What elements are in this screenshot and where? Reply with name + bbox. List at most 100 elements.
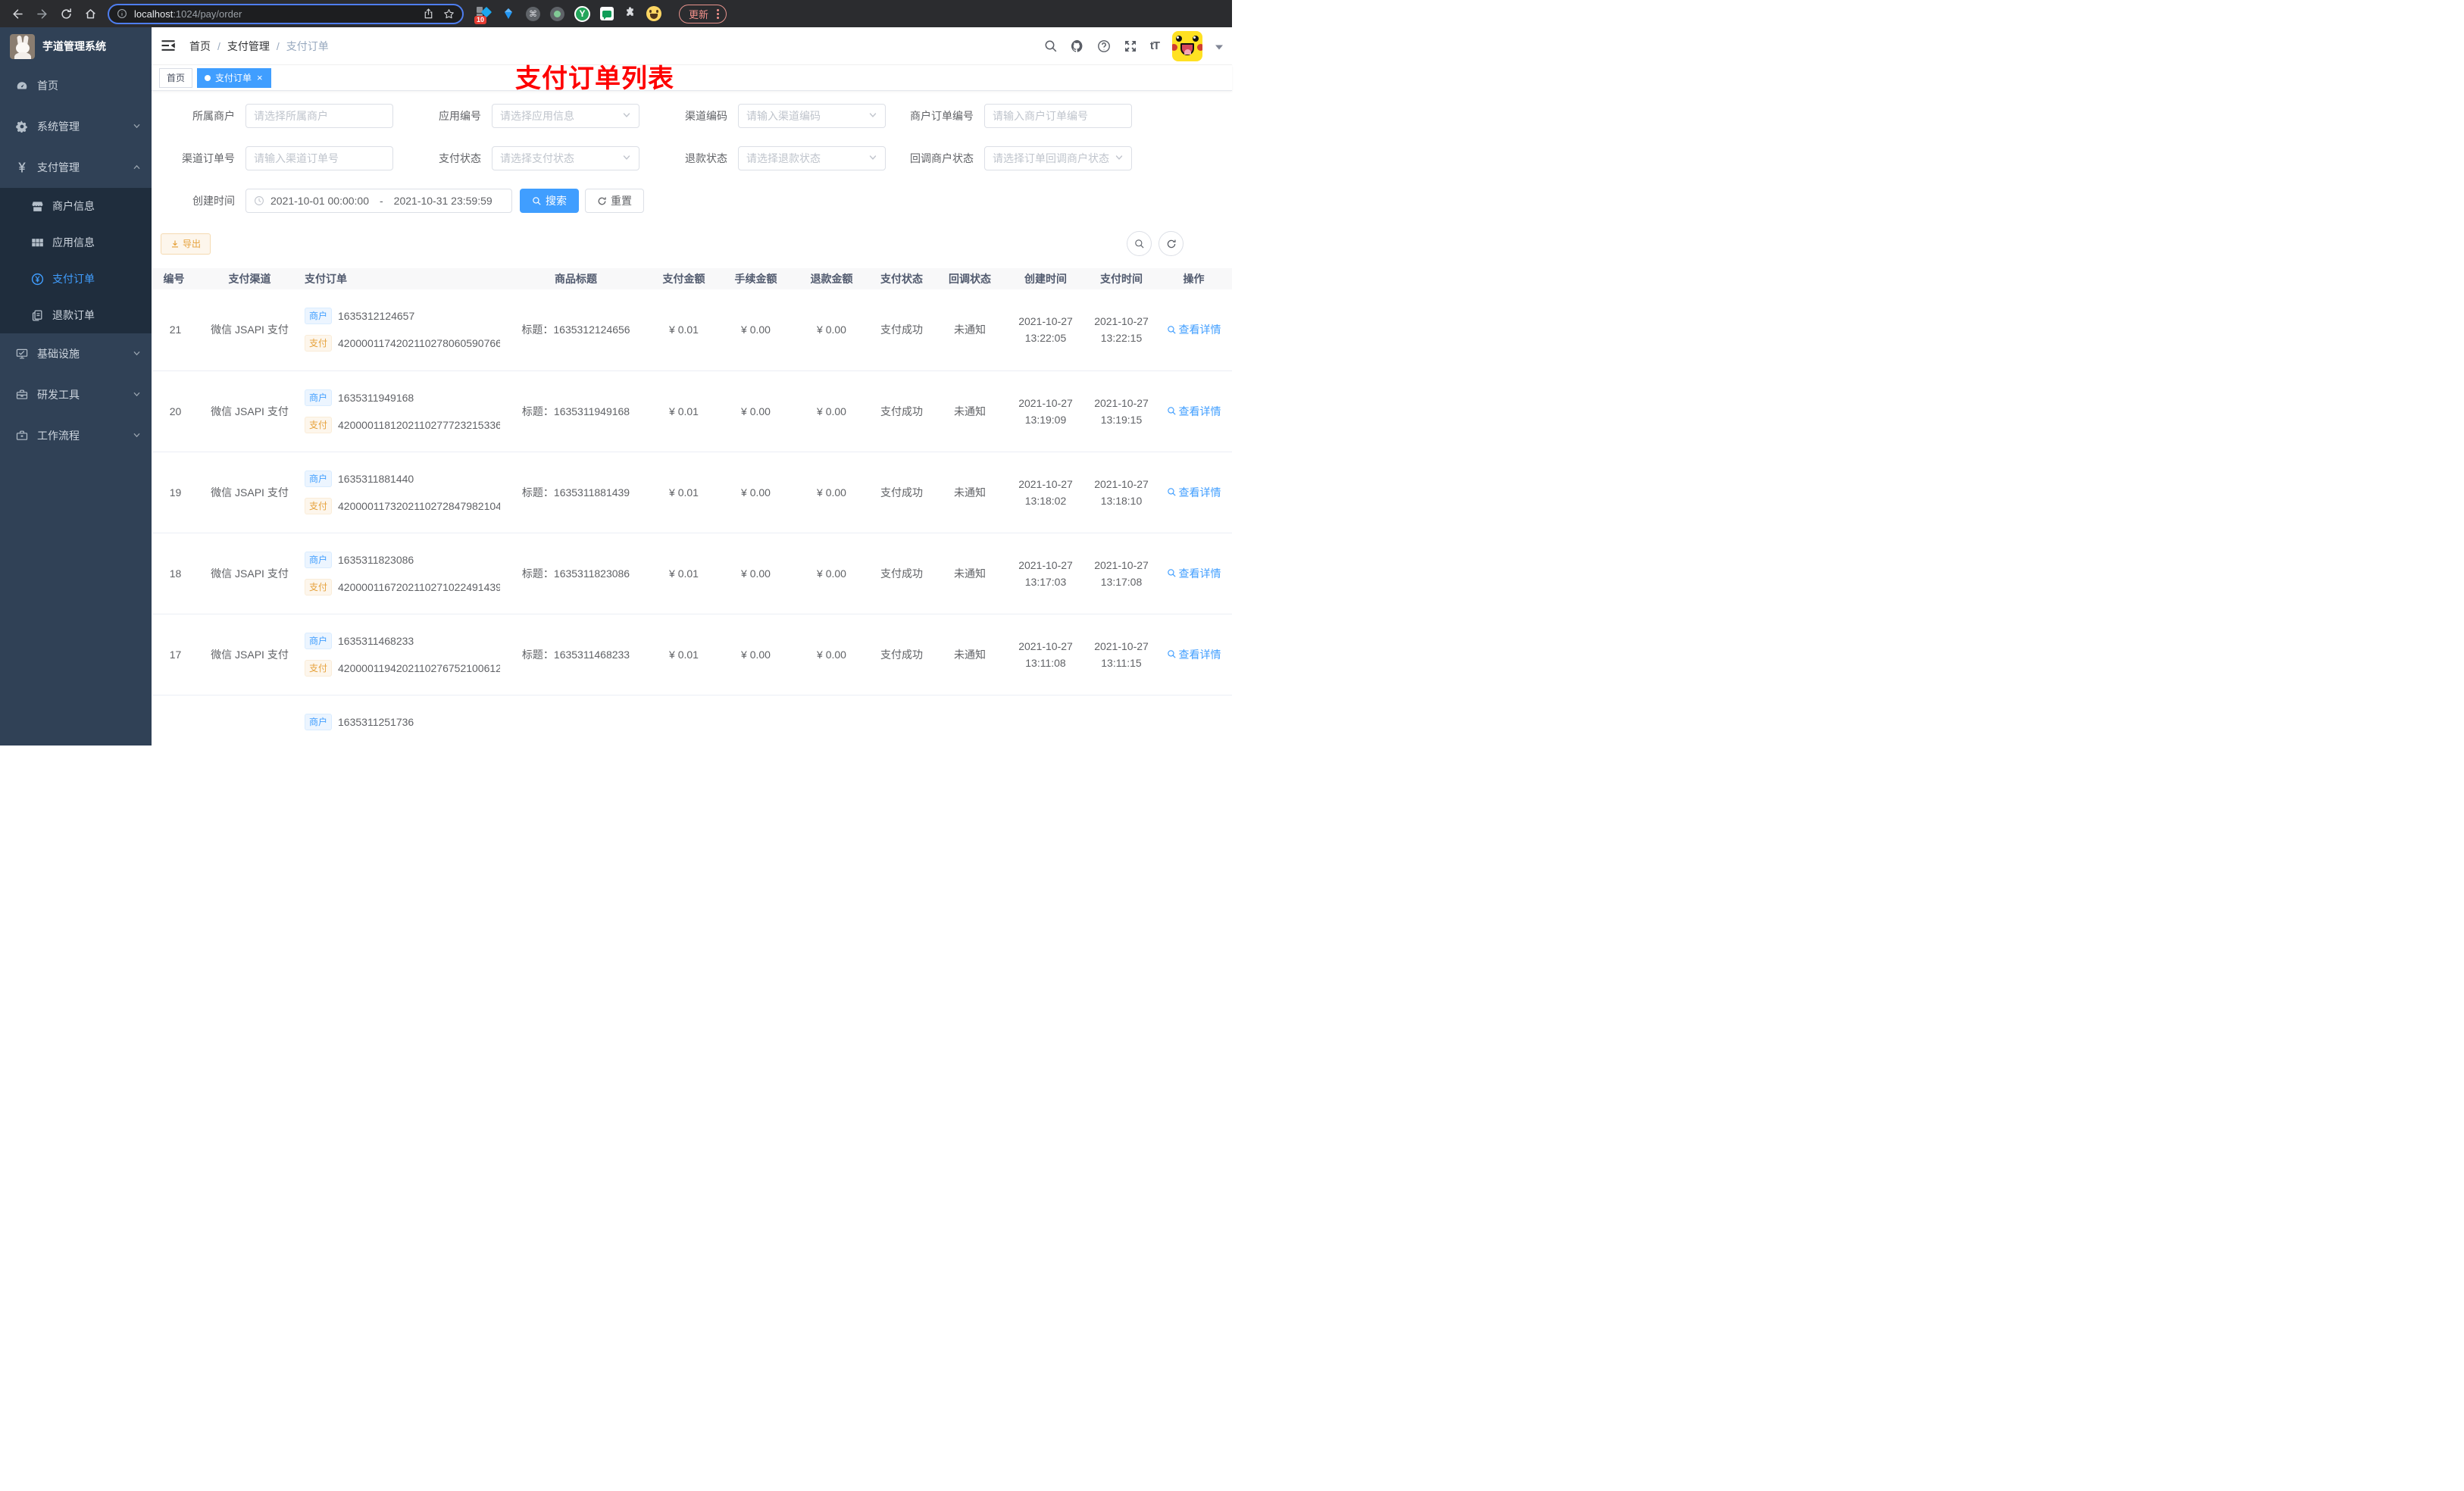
cell-id: 20 — [153, 370, 195, 452]
cell-status: 支付成功 — [868, 370, 936, 452]
puzzle-extensions-icon[interactable] — [624, 6, 636, 21]
cell-title: 标题：1635311468233 — [500, 614, 652, 695]
sidebar-menu: 首页系统管理 支付管理 商户信息 应用信息支付订单退款订单 基础设施 研发工具 工作流程 — [0, 65, 152, 746]
cell-pay-time: 2021-10-27 13:22:15 — [1087, 289, 1155, 371]
search-button[interactable]: 搜索 — [520, 189, 579, 213]
sidebar-item-label: 支付订单 — [52, 273, 95, 285]
sidebar-item-home[interactable]: 首页 — [0, 65, 152, 106]
order-lines: 商户 1635311823086 支付 42000011672021102710224… — [305, 551, 500, 595]
sidebar-item-workflow[interactable]: 工作流程 — [0, 415, 152, 456]
view-detail-link[interactable]: 查看详情 — [1167, 322, 1221, 337]
view-detail-link[interactable]: 查看详情 — [1167, 404, 1221, 419]
chat-extension-icon[interactable] — [600, 7, 614, 20]
blocks-extension-icon[interactable]: 10 — [474, 6, 492, 24]
placeholder-text: 请选择支付状态 — [500, 152, 574, 164]
date-end: 2021-10-31 23:59:59 — [393, 195, 492, 207]
filter-select-渠道编码[interactable]: 请输入渠道编码 — [738, 104, 886, 128]
merchant-order-no: 1635311881440 — [338, 472, 414, 485]
browser-update-button[interactable]: 更新 — [679, 4, 727, 23]
browser-menu-icon[interactable] — [714, 8, 721, 19]
bookmark-star-icon[interactable] — [443, 8, 455, 20]
tab-label: 支付订单 — [215, 73, 252, 83]
tab-首页[interactable]: 首页 — [159, 67, 193, 88]
gem-extension-icon[interactable] — [501, 6, 516, 21]
avatar-caret-down-icon[interactable] — [1215, 40, 1223, 52]
breadcrumb-item[interactable]: 支付管理 — [227, 39, 270, 54]
table-header-0: 编号 — [153, 268, 195, 289]
app-logo[interactable]: 芋道管理系统 — [0, 27, 152, 65]
breadcrumb-separator: / — [276, 39, 280, 52]
table-row: 18 微信 JSAPI 支付 商户 1635311823086 支付 4200001167… — [153, 533, 1232, 614]
breadcrumb-item[interactable]: 首页 — [189, 39, 211, 54]
cell-action: 查看详情 — [1155, 289, 1232, 371]
browser-home-button[interactable] — [80, 4, 100, 23]
filter-select-支付状态[interactable]: 请选择支付状态 — [492, 146, 639, 170]
profile-emoji-icon[interactable] — [646, 6, 661, 21]
view-detail-label: 查看详情 — [1178, 405, 1221, 417]
sidebar-item-merchant-info[interactable]: 商户信息 — [0, 188, 152, 224]
share-icon[interactable] — [423, 8, 434, 20]
address-bar[interactable]: localhost:1024/pay/order — [108, 3, 464, 24]
filter-select-退款状态[interactable]: 请选择退款状态 — [738, 146, 886, 170]
sidebar-item-system[interactable]: 系统管理 — [0, 106, 152, 147]
sidebar-item-dev-tools[interactable]: 研发工具 — [0, 374, 152, 415]
cell-empty — [1155, 695, 1232, 778]
order-no-line: 支付 4200001194202110276752100612 — [305, 659, 500, 677]
filter-input-渠道订单号[interactable]: 请输入渠道订单号 — [245, 146, 393, 170]
sidebar: 芋道管理系统 首页系统管理 支付管理 商户信息 应用信息支付订单退款订单 基础设施 研发工… — [0, 27, 152, 746]
browser-back-button[interactable] — [8, 4, 27, 23]
merchant-order-no: 1635311823086 — [338, 553, 414, 566]
cell-action: 查看详情 — [1155, 370, 1232, 452]
view-detail-link[interactable]: 查看详情 — [1167, 485, 1221, 500]
sidebar-item-infrastructure[interactable]: 基础设施 — [0, 333, 152, 374]
order-no-line: 商户 1635311823086 — [305, 551, 414, 568]
tab-close-icon[interactable]: × — [256, 73, 264, 83]
shop-icon — [30, 200, 45, 213]
refresh-button[interactable] — [1159, 231, 1184, 256]
font-size-icon[interactable]: tT — [1150, 39, 1160, 52]
command-extension-icon[interactable]: ⌘ — [526, 6, 540, 21]
sidebar-item-pay[interactable]: 支付管理 — [0, 147, 152, 188]
cell-pay-order: 商户 1635311468233 支付 42000011942021102767521… — [305, 614, 500, 695]
cell-empty — [796, 695, 868, 778]
gear-icon — [14, 120, 30, 133]
y-extension-icon[interactable]: Y — [574, 5, 590, 22]
cell-action: 查看详情 — [1155, 452, 1232, 533]
table-row: 20 微信 JSAPI 支付 商户 1635311949168 支付 4200001181… — [153, 370, 1232, 452]
create-time-range-picker[interactable]: 2021-10-01 00:00:00-2021-10-31 23:59:59 — [245, 189, 512, 213]
order-no-line: 商户 1635311881440 — [305, 470, 414, 487]
cell-title: 标题：1635311881439 — [500, 452, 652, 533]
sidebar-item-pay-order[interactable]: 支付订单 — [0, 261, 152, 297]
sidebar-item-app-info[interactable]: 应用信息 — [0, 224, 152, 261]
reset-button[interactable]: 重置 — [585, 189, 644, 213]
cell-channel: 微信 JSAPI 支付 — [195, 452, 305, 533]
export-button[interactable]: 导出 — [161, 233, 211, 255]
fullscreen-icon[interactable] — [1124, 39, 1137, 53]
filter-input-商户订单编号[interactable]: 请输入商户订单编号 — [984, 104, 1132, 128]
site-info-icon[interactable] — [117, 8, 127, 19]
sidebar-item-label: 首页 — [37, 80, 58, 92]
record-extension-icon[interactable] — [550, 6, 564, 21]
sidebar-fold-icon[interactable] — [161, 38, 177, 55]
filter-row: 所属商户 请选择所属商户 应用编号 请选择应用信息 渠道编码 请输入渠道编码 商户订单编号 请… — [159, 104, 1232, 128]
tab-支付订单[interactable]: 支付订单 × — [197, 67, 271, 88]
view-detail-link[interactable]: 查看详情 — [1167, 647, 1221, 662]
user-avatar[interactable] — [1172, 30, 1202, 61]
help-icon[interactable] — [1097, 39, 1111, 53]
table-toolbar: 导出 — [161, 231, 1232, 256]
filter-input-所属商户[interactable]: 请选择所属商户 — [245, 104, 393, 128]
logo-rabbit-avatar — [10, 33, 35, 59]
toggle-search-button[interactable] — [1127, 231, 1152, 256]
browser-forward-button[interactable] — [32, 4, 52, 23]
sidebar-item-refund-order[interactable]: 退款订单 — [0, 297, 152, 333]
filter-select-应用编号[interactable]: 请选择应用信息 — [492, 104, 639, 128]
filter-select-回调商户状态[interactable]: 请选择订单回调商户状态 — [984, 146, 1132, 170]
filter-label: 渠道编码 — [685, 110, 727, 122]
cell-channel: 微信 JSAPI 支付 — [195, 533, 305, 614]
browser-reload-button[interactable] — [56, 4, 76, 23]
view-detail-label: 查看详情 — [1178, 648, 1221, 661]
filter-label: 回调商户状态 — [910, 152, 974, 164]
view-detail-link[interactable]: 查看详情 — [1167, 566, 1221, 581]
search-icon[interactable] — [1044, 39, 1058, 53]
github-icon[interactable] — [1071, 39, 1084, 53]
